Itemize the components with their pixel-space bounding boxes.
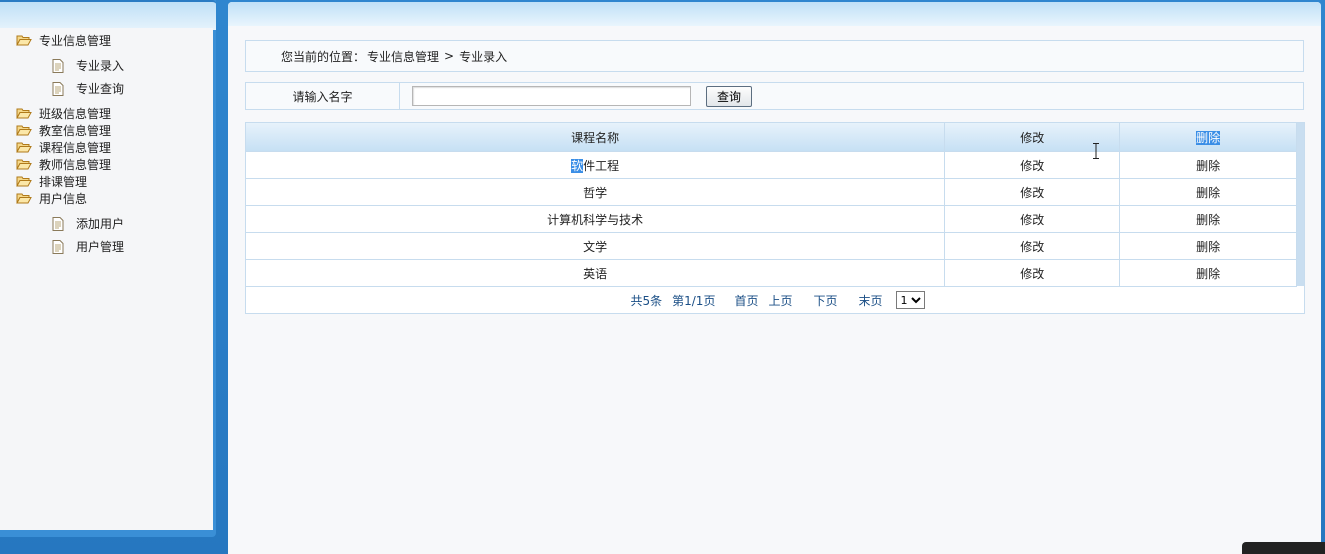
delete-link[interactable]: 删除 xyxy=(1119,232,1297,260)
sidebar-item-major-query[interactable]: 专业查询 xyxy=(52,80,124,97)
edit-link[interactable]: 修改 xyxy=(944,232,1121,260)
sidebar-group-schedule[interactable]: 排课管理 xyxy=(16,173,87,190)
open-folder-icon xyxy=(16,142,32,153)
table-row: 文学 修改 删除 xyxy=(246,232,1297,260)
pager-total: 共5条 xyxy=(630,293,663,308)
pager-prev-link[interactable]: 上页 xyxy=(768,292,792,309)
sidebar-item-label: 专业录入 xyxy=(76,59,125,73)
sidebar-group-user[interactable]: 用户信息 xyxy=(16,190,87,207)
table-row: 软件工程 修改 删除 xyxy=(246,151,1297,179)
sidebar: 专业信息管理 专业录入 专业查询 班级信息管理 教室信息管理 课程信息管理 教师… xyxy=(0,0,216,537)
edit-link[interactable]: 修改 xyxy=(944,205,1121,233)
table-row: 计算机科学与技术 修改 删除 xyxy=(246,205,1297,233)
delete-link[interactable]: 删除 xyxy=(1119,151,1297,179)
sidebar-group-label: 班级信息管理 xyxy=(39,107,112,121)
main-content: 您当前的位置： 专业信息管理 > 专业录入 请输入名字 查询 课程名称 修改 删… xyxy=(228,2,1321,554)
edit-link[interactable]: 修改 xyxy=(944,178,1121,206)
open-folder-icon xyxy=(16,108,32,119)
course-name-selected-char: 软 xyxy=(571,158,584,173)
page-select[interactable]: 1 xyxy=(895,291,925,309)
edit-link[interactable]: 修改 xyxy=(944,259,1121,287)
sidebar-group-teacher[interactable]: 教师信息管理 xyxy=(16,156,111,173)
sidebar-group-class[interactable]: 班级信息管理 xyxy=(16,105,111,122)
sidebar-group-classroom[interactable]: 教室信息管理 xyxy=(16,122,111,139)
corner-popup-tab xyxy=(1242,542,1325,554)
header-delete: 删除 xyxy=(1119,123,1297,152)
sidebar-header xyxy=(0,0,216,30)
course-name-cell: 软件工程 xyxy=(246,151,946,179)
breadcrumb-current: 专业录入 xyxy=(459,49,508,64)
open-folder-icon xyxy=(16,193,32,204)
breadcrumb-prefix: 您当前的位置： xyxy=(281,49,366,64)
sidebar-group-label: 排课管理 xyxy=(39,175,88,189)
header-delete-label: 删除 xyxy=(1196,130,1221,145)
search-bar: 请输入名字 查询 xyxy=(245,82,1304,110)
course-name-rest: 件工程 xyxy=(583,158,620,173)
open-folder-icon xyxy=(16,176,32,187)
query-button[interactable]: 查询 xyxy=(706,86,752,107)
breadcrumb: 您当前的位置： 专业信息管理 > 专业录入 xyxy=(245,40,1304,72)
document-icon xyxy=(52,216,64,231)
sidebar-item-label: 添加用户 xyxy=(76,217,125,231)
app-frame: 专业信息管理 专业录入 专业查询 班级信息管理 教室信息管理 课程信息管理 教师… xyxy=(0,0,1325,554)
table-row: 英语 修改 删除 xyxy=(246,259,1297,287)
delete-link[interactable]: 删除 xyxy=(1119,205,1297,233)
sidebar-menu xyxy=(0,28,213,530)
sidebar-item-label: 用户管理 xyxy=(76,240,125,254)
pager-next-link[interactable]: 下页 xyxy=(813,292,837,309)
sidebar-item-label: 专业查询 xyxy=(76,82,125,96)
delete-link[interactable]: 删除 xyxy=(1119,178,1297,206)
pager-last-link[interactable]: 末页 xyxy=(859,292,883,309)
sidebar-group-label: 用户信息 xyxy=(39,192,88,206)
sidebar-group-label: 教师信息管理 xyxy=(39,158,112,172)
document-icon xyxy=(52,81,64,96)
search-label: 请输入名字 xyxy=(246,83,400,109)
text-cursor-icon xyxy=(1093,143,1099,159)
pager-first-link[interactable]: 首页 xyxy=(734,292,758,309)
table-header-row: 课程名称 修改 删除 xyxy=(246,123,1297,152)
delete-link[interactable]: 删除 xyxy=(1119,259,1297,287)
name-search-input[interactable] xyxy=(412,86,691,106)
sidebar-group-label: 课程信息管理 xyxy=(39,141,112,155)
course-name-cell: 计算机科学与技术 xyxy=(246,205,946,233)
sidebar-item-major-entry[interactable]: 专业录入 xyxy=(52,57,124,74)
sidebar-group-label: 专业信息管理 xyxy=(39,34,112,48)
sidebar-item-user-manage[interactable]: 用户管理 xyxy=(52,238,124,255)
sidebar-group-course[interactable]: 课程信息管理 xyxy=(16,139,111,156)
course-name-cell: 哲学 xyxy=(246,178,946,206)
sidebar-item-add-user[interactable]: 添加用户 xyxy=(52,215,124,232)
breadcrumb-section[interactable]: 专业信息管理 xyxy=(367,48,439,65)
open-folder-icon xyxy=(16,159,32,170)
pager-page-indicator: 第1/1页 xyxy=(672,293,716,308)
table-row: 哲学 修改 删除 xyxy=(246,178,1297,206)
header-course-name: 课程名称 xyxy=(246,123,946,152)
document-icon xyxy=(52,58,64,73)
pagination: 共5条 第1/1页 首页 上页 下页 末页 1 xyxy=(246,287,1304,313)
course-name-cell: 文学 xyxy=(246,232,946,260)
table-scrollbar[interactable] xyxy=(1297,123,1304,286)
course-table-container: 课程名称 修改 删除 软件工程 修改 删除 哲学 修改 删除 计算机科学与技术 … xyxy=(245,122,1305,314)
sidebar-group-major[interactable]: 专业信息管理 xyxy=(16,32,111,49)
main-header xyxy=(228,2,1321,26)
open-folder-icon xyxy=(16,125,32,136)
course-table: 课程名称 修改 删除 软件工程 修改 删除 哲学 修改 删除 计算机科学与技术 … xyxy=(246,123,1297,287)
open-folder-icon xyxy=(16,35,32,46)
course-name-cell: 英语 xyxy=(246,259,946,287)
breadcrumb-separator: > xyxy=(444,49,455,63)
document-icon xyxy=(52,239,64,254)
sidebar-group-label: 教室信息管理 xyxy=(39,124,112,138)
